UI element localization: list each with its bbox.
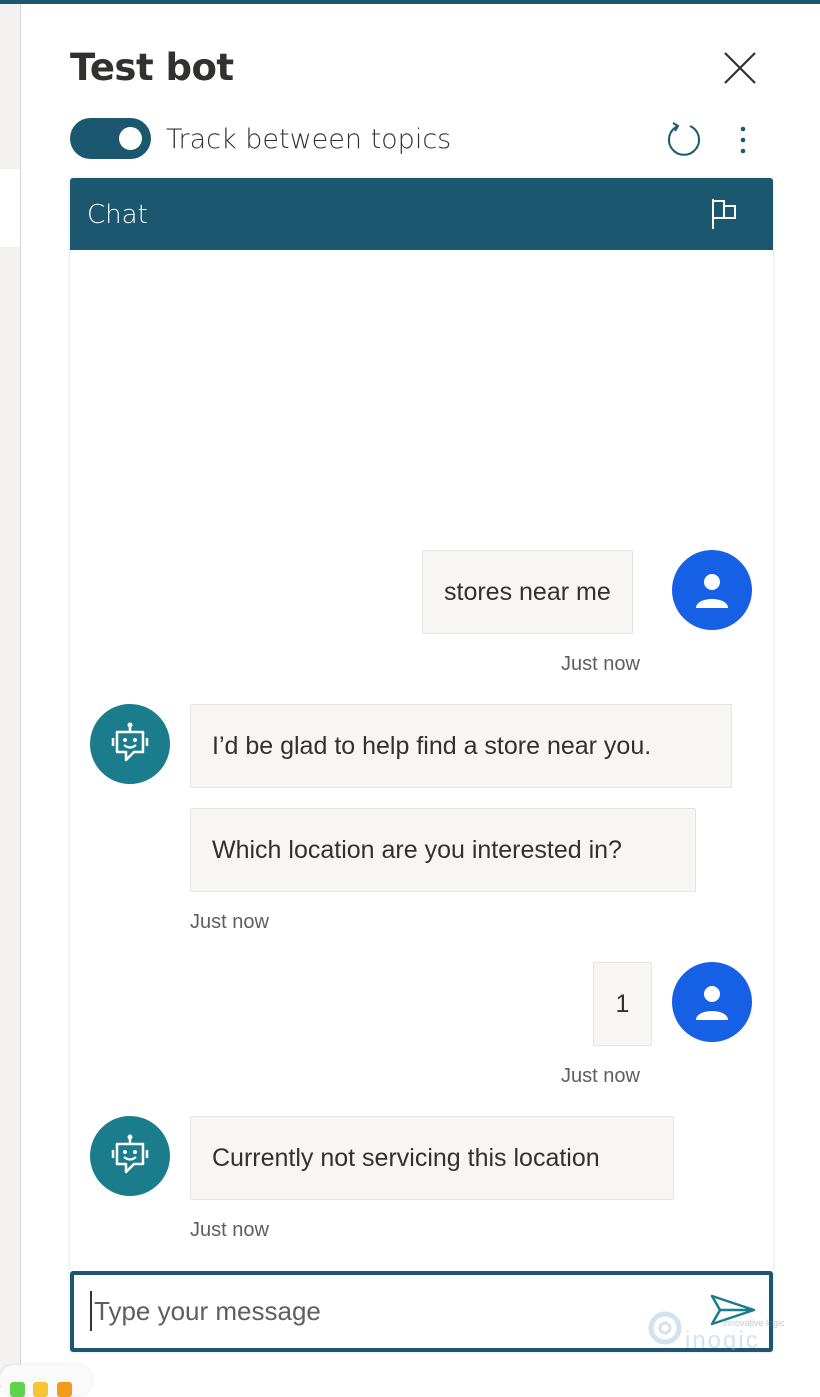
toggle-label: Track between topics bbox=[166, 124, 452, 155]
window-control-orange[interactable] bbox=[57, 1382, 72, 1397]
message-input[interactable] bbox=[90, 1291, 670, 1331]
person-icon bbox=[696, 574, 728, 608]
person-icon bbox=[696, 986, 728, 1020]
dock-window-controls bbox=[0, 1365, 92, 1397]
bot-message: Currently not servicing this location bbox=[190, 1116, 674, 1200]
track-topics-toggle[interactable] bbox=[70, 118, 151, 159]
background-page-strip bbox=[0, 4, 21, 1388]
background-page-panel bbox=[0, 169, 20, 247]
timestamp: Just now bbox=[190, 1219, 269, 1241]
message-text: I’d be glad to help find a store near yo… bbox=[212, 731, 652, 760]
timestamp: Just now bbox=[561, 1065, 640, 1087]
flag-icon[interactable] bbox=[710, 198, 740, 230]
message-text: Currently not servicing this location bbox=[212, 1143, 600, 1172]
svg-text:inogic: inogic bbox=[685, 1327, 760, 1350]
timestamp: Just now bbox=[561, 653, 640, 675]
chat-title: Chat bbox=[87, 200, 148, 230]
user-message: stores near me bbox=[422, 550, 633, 634]
more-options-icon[interactable] bbox=[733, 124, 753, 156]
bot-message: I’d be glad to help find a store near yo… bbox=[190, 704, 732, 788]
bot-avatar bbox=[90, 704, 170, 784]
panel-title: Test bot bbox=[70, 46, 234, 89]
robot-icon bbox=[111, 722, 149, 762]
message-text: stores near me bbox=[444, 577, 611, 606]
user-avatar bbox=[672, 962, 752, 1042]
top-accent-bar bbox=[0, 0, 820, 4]
toggle-knob bbox=[119, 127, 142, 150]
window-control-yellow[interactable] bbox=[33, 1382, 48, 1397]
timestamp: Just now bbox=[190, 911, 269, 933]
user-avatar bbox=[672, 550, 752, 630]
inogic-watermark-logo: innovative logic inogic bbox=[648, 1311, 785, 1350]
window-control-green[interactable] bbox=[10, 1382, 25, 1397]
close-icon[interactable] bbox=[722, 50, 758, 86]
chat-header: Chat bbox=[70, 178, 773, 250]
user-message: 1 bbox=[593, 962, 652, 1046]
bot-avatar bbox=[90, 1116, 170, 1196]
bot-message: Which location are you interested in? bbox=[190, 808, 696, 892]
message-text: 1 bbox=[615, 989, 630, 1018]
robot-icon bbox=[111, 1134, 149, 1174]
message-text: Which location are you interested in? bbox=[212, 835, 622, 864]
refresh-icon[interactable] bbox=[665, 120, 703, 158]
